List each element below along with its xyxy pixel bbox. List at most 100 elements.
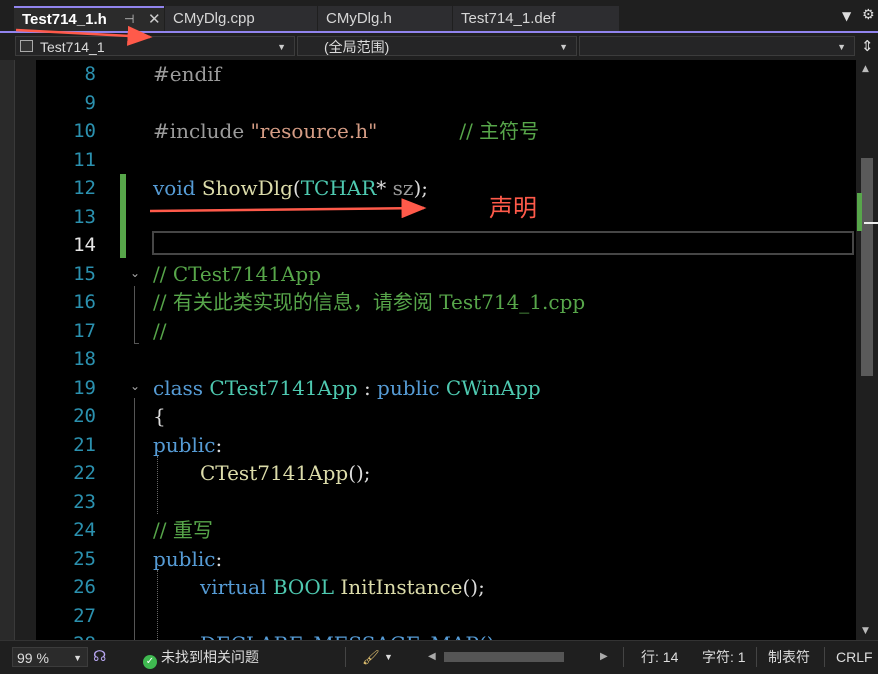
line-number: 24 [73,519,96,541]
type-token: TCHAR [300,176,377,200]
type-token: CTest7141App [209,376,358,400]
code-text: public: [153,431,222,459]
document-tab-bar: Test714_1.h ⊣ ✕ CMyDlg.cpp CMyDlg.h Test… [0,0,878,33]
brain-icon[interactable]: ☊ [93,647,106,667]
code-text: #include "resource.h" // 主符号 [153,117,539,145]
line-number: 28 [36,630,96,640]
tab-test714-1-def[interactable]: Test714_1.def [453,6,619,31]
function-token: CTest7141App [200,461,349,485]
gear-icon[interactable]: ⚙ [862,7,875,23]
string-token: "resource.h" [250,119,378,143]
code-text: // 有关此类实现的信息，请参阅 Test714_1.cpp [153,290,586,314]
punct-token: : [215,547,223,571]
scroll-down-icon[interactable]: ▼ [862,626,869,636]
line-number: 22 [73,462,96,484]
code-line: 19 class CTest7141App : public CWinApp [36,374,856,402]
function-token: ShowDlg [201,176,293,200]
separator [623,647,624,667]
tab-test714-1-h[interactable]: Test714_1.h ⊣ ✕ [14,6,164,31]
change-marker [857,193,862,231]
punct-token: ( [292,176,301,200]
status-bar: 99 % ▼ ☊ ✓ 未找到相关问题 🖌 ▼ ◀ ▶ 行: 14 字符: 1 制表… [0,640,878,674]
check-circle-icon: ✓ [143,655,157,669]
code-text: #endif [153,62,222,86]
directive-token: #include [153,119,251,143]
scope-dropdown[interactable]: (全局范围) ▼ [297,36,577,56]
code-line: 10 #include "resource.h" // 主符号 [36,117,856,145]
vertical-scrollbar[interactable]: ▲ ▼ [856,60,878,640]
keyword-token: public [377,376,446,400]
code-line: 28 DECLARE_MESSAGE_MAP() [36,630,856,640]
brush-icon[interactable]: 🖌 [362,647,380,667]
scroll-left-icon[interactable]: ◀ [428,647,436,667]
scroll-up-icon[interactable]: ▲ [862,64,869,74]
chevron-down-icon: ▼ [837,42,846,52]
close-icon[interactable]: ✕ [148,8,161,31]
punct-token: (); [462,575,485,599]
line-number: 27 [73,605,96,627]
navigation-bar: Test714_1 ▼ (全局范围) ▼ ▼ ⇕ [0,33,878,60]
scrollbar-thumb[interactable] [861,158,873,376]
code-text: DECLARE_MESSAGE_MAP() [200,630,494,640]
code-line: 9 [36,89,856,117]
line-number: 19 [73,377,96,399]
line-number: 26 [73,576,96,598]
scroll-right-icon[interactable]: ▶ [600,647,608,667]
line-number: 20 [73,405,96,427]
line-number: 21 [73,434,96,456]
code-text: void ShowDlg(TCHAR* sz); [153,174,428,202]
zoom-dropdown[interactable]: 99 % ▼ [12,647,88,667]
code-text: { [153,404,166,428]
code-line: 18 [36,345,856,373]
code-text: virtual BOOL InitInstance(); [200,573,485,601]
type-token: CWinApp [445,376,541,400]
separator [756,647,757,667]
line-number: 16 [73,291,96,313]
keyword-token: virtual [200,575,273,599]
line-number: 14 [73,234,96,256]
issues-indicator[interactable]: ✓ 未找到相关问题 [143,647,259,669]
scope-name: (全局范围) [324,39,390,55]
member-dropdown[interactable]: ▼ [579,36,855,56]
annotation-label: 声明 [489,194,537,222]
line-number: 18 [73,348,96,370]
code-line: 8 #endif [36,60,856,88]
zoom-value: 99 % [17,650,49,666]
pin-icon[interactable]: ⊣ [124,8,134,31]
separator [345,647,346,667]
horizontal-scrollbar-thumb[interactable] [444,652,564,662]
keyword-token: class [153,376,210,400]
left-margin-strip [0,60,15,640]
code-text: class CTest7141App : public CWinApp [153,374,541,402]
code-line: 22 CTest7141App(); [36,459,856,487]
tab-cmydlg-h[interactable]: CMyDlg.h [318,6,452,31]
separator [824,647,825,667]
line-indicator[interactable]: 行: 14 [641,647,678,667]
indent-mode[interactable]: 制表符 [768,647,810,667]
code-editor[interactable]: ⌄ ⌄ 8 #endif 9 10 #include "resource.h" /… [36,60,856,640]
function-token: InitInstance [340,575,463,599]
code-line: 15 // CTest7141App [36,260,856,288]
chevron-down-icon[interactable]: ▼ [842,9,851,23]
punct-token: : [357,376,378,400]
tab-cmydlg-cpp[interactable]: CMyDlg.cpp [165,6,317,31]
tab-label: CMyDlg.cpp [173,10,255,27]
line-number: 15 [73,263,96,285]
code-line: 14 [36,231,856,259]
line-number: 25 [73,548,96,570]
project-dropdown[interactable]: Test714_1 ▼ [15,36,295,56]
code-line: 16 // 有关此类实现的信息，请参阅 Test714_1.cpp [36,288,856,316]
chevron-down-icon: ▼ [73,653,82,663]
column-indicator[interactable]: 字符: 1 [702,647,746,667]
line-number: 10 [73,120,96,142]
line-number: 12 [73,177,96,199]
chevron-down-icon: ▼ [277,42,286,52]
comment-token: // 主符号 [459,119,540,143]
tab-label: CMyDlg.h [326,10,392,27]
issues-text: 未找到相关问题 [161,649,259,665]
split-icon[interactable]: ⇕ [861,37,874,55]
chevron-down-icon[interactable]: ▼ [384,647,393,667]
keyword-token: public [153,547,216,571]
code-text: // 重写 [153,518,213,542]
line-ending[interactable]: CRLF [836,647,873,667]
